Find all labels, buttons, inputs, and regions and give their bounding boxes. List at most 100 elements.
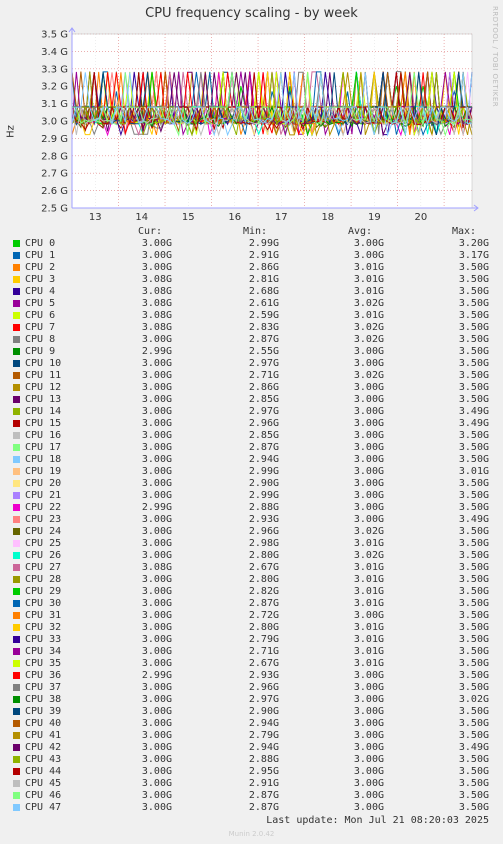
legend-row: CPU 3 3.08G 2.81G 3.01G 3.50G	[0, 274, 503, 286]
legend-value-cur: 3.00G	[141, 610, 172, 621]
legend-swatch	[13, 480, 20, 487]
legend-value-max: 3.50G	[458, 310, 489, 321]
legend-value-max: 3.50G	[458, 718, 489, 729]
legend-value-max: 3.20G	[458, 238, 489, 249]
legend-swatch	[13, 468, 20, 475]
legend-row: CPU 45 3.00G 2.91G 3.00G 3.50G	[0, 778, 503, 790]
legend-value-avg: 3.01G	[353, 658, 384, 669]
legend-swatch	[13, 516, 20, 523]
legend-value-min: 2.86G	[248, 382, 279, 393]
legend-value-max: 3.50G	[458, 478, 489, 489]
legend-value-min: 2.80G	[248, 550, 279, 561]
legend-value-cur: 3.00G	[141, 334, 172, 345]
legend-swatch	[13, 420, 20, 427]
legend-value-avg: 3.00G	[353, 694, 384, 705]
legend-value-min: 2.88G	[248, 502, 279, 513]
legend-value-max: 3.50G	[458, 274, 489, 285]
legend-value-avg: 3.00G	[353, 406, 384, 417]
legend-row: CPU 8 3.00G 2.87G 3.02G 3.50G	[0, 334, 503, 346]
legend-value-max: 3.50G	[458, 286, 489, 297]
legend-series-name: CPU 18	[25, 454, 62, 465]
legend-series-name: CPU 37	[25, 682, 62, 693]
legend-series-name: CPU 27	[25, 562, 62, 573]
legend-value-min: 2.85G	[248, 394, 279, 405]
legend-value-avg: 3.01G	[353, 574, 384, 585]
legend-value-min: 2.59G	[248, 310, 279, 321]
legend-value-max: 3.50G	[458, 298, 489, 309]
legend-swatch	[13, 444, 20, 451]
legend-value-avg: 3.02G	[353, 526, 384, 537]
legend-value-cur: 3.08G	[141, 562, 172, 573]
legend-row: CPU 13 3.00G 2.85G 3.00G 3.50G	[0, 394, 503, 406]
legend-value-min: 2.94G	[248, 454, 279, 465]
legend-row: CPU 18 3.00G 2.94G 3.00G 3.50G	[0, 454, 503, 466]
legend-value-cur: 3.00G	[141, 550, 172, 561]
legend-value-max: 3.50G	[458, 562, 489, 573]
legend-header-avg: Avg:	[348, 226, 373, 237]
legend-row: CPU 31 3.00G 2.72G 3.00G 3.50G	[0, 610, 503, 622]
legend-value-avg: 3.00G	[353, 514, 384, 525]
legend-value-min: 2.95G	[248, 766, 279, 777]
legend-series-name: CPU 36	[25, 670, 62, 681]
legend-row: CPU 26 3.00G 2.80G 3.02G 3.50G	[0, 550, 503, 562]
legend-row: CPU 38 3.00G 2.97G 3.00G 3.02G	[0, 694, 503, 706]
legend-row: CPU 14 3.00G 2.97G 3.00G 3.49G	[0, 406, 503, 418]
legend-value-max: 3.50G	[458, 610, 489, 621]
legend-value-max: 3.50G	[458, 802, 489, 813]
legend-value-avg: 3.00G	[353, 238, 384, 249]
legend-value-max: 3.50G	[458, 334, 489, 345]
legend-series-name: CPU 42	[25, 742, 62, 753]
legend-row: CPU 11 3.00G 2.71G 3.02G 3.50G	[0, 370, 503, 382]
legend-row: CPU 7 3.08G 2.83G 3.02G 3.50G	[0, 322, 503, 334]
legend-value-cur: 2.99G	[141, 346, 172, 357]
legend-swatch	[13, 708, 20, 715]
legend-header-cur: Cur:	[138, 226, 163, 237]
legend-row: CPU 24 3.00G 2.96G 3.02G 3.50G	[0, 526, 503, 538]
legend-series-name: CPU 15	[25, 418, 62, 429]
y-tick-label: 3.4 G	[41, 47, 68, 58]
legend-value-cur: 3.00G	[141, 442, 172, 453]
legend-value-avg: 3.01G	[353, 634, 384, 645]
legend-value-cur: 3.00G	[141, 394, 172, 405]
legend-value-cur: 3.08G	[141, 298, 172, 309]
legend-header-max: Max:	[452, 226, 477, 237]
legend-series-name: CPU 39	[25, 706, 62, 717]
legend-value-min: 2.90G	[248, 478, 279, 489]
legend-value-cur: 3.00G	[141, 778, 172, 789]
legend-swatch	[13, 240, 20, 247]
legend-value-max: 3.17G	[458, 250, 489, 261]
legend-value-max: 3.50G	[458, 730, 489, 741]
legend-row: CPU 22 2.99G 2.88G 3.00G 3.50G	[0, 502, 503, 514]
legend-series-name: CPU 34	[25, 646, 62, 657]
legend-value-avg: 3.00G	[353, 766, 384, 777]
legend-swatch	[13, 396, 20, 403]
legend-value-min: 2.88G	[248, 754, 279, 765]
legend-swatch	[13, 636, 20, 643]
legend-swatch	[13, 372, 20, 379]
legend-series-name: CPU 16	[25, 430, 62, 441]
legend-value-cur: 3.00G	[141, 574, 172, 585]
legend-value-min: 2.82G	[248, 586, 279, 597]
legend-value-min: 2.97G	[248, 406, 279, 417]
legend-swatch	[13, 288, 20, 295]
legend-value-cur: 3.00G	[141, 514, 172, 525]
legend-value-avg: 3.00G	[353, 418, 384, 429]
legend-swatch	[13, 780, 20, 787]
legend-swatch	[13, 768, 20, 775]
legend-value-cur: 3.00G	[141, 790, 172, 801]
legend-value-cur: 3.08G	[141, 274, 172, 285]
legend-value-avg: 3.00G	[353, 778, 384, 789]
legend-value-avg: 3.02G	[353, 550, 384, 561]
legend-value-cur: 3.00G	[141, 718, 172, 729]
legend-value-avg: 3.01G	[353, 310, 384, 321]
legend-series-name: CPU 13	[25, 394, 62, 405]
legend-row: CPU 17 3.00G 2.87G 3.00G 3.50G	[0, 442, 503, 454]
legend-value-max: 3.50G	[458, 538, 489, 549]
legend-value-cur: 3.00G	[141, 646, 172, 657]
legend-value-max: 3.50G	[458, 358, 489, 369]
legend-series-name: CPU 32	[25, 622, 62, 633]
legend-row: CPU 34 3.00G 2.71G 3.01G 3.50G	[0, 646, 503, 658]
legend-value-max: 3.50G	[458, 586, 489, 597]
legend-row: CPU 40 3.00G 2.94G 3.00G 3.50G	[0, 718, 503, 730]
legend-value-avg: 3.01G	[353, 538, 384, 549]
